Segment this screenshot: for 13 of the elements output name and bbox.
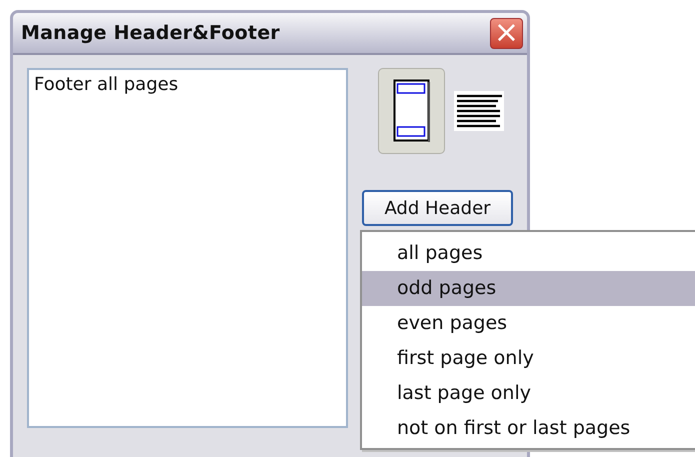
text-lines-icon [454,91,504,131]
page-layout-toggle[interactable] [378,68,445,154]
window-title: Manage Header&Footer [21,22,280,44]
menu-item[interactable]: first page only [362,341,695,376]
list-box[interactable]: Footer all pages [27,68,348,428]
list-item[interactable]: Footer all pages [34,74,341,95]
menu-item[interactable]: all pages [362,236,695,271]
menu-item[interactable]: odd pages [362,271,695,306]
add-header-button[interactable]: Add Header [362,190,513,226]
menu-item[interactable]: not on first or last pages [362,411,695,446]
menu-item[interactable]: last page only [362,376,695,411]
menu-item[interactable]: even pages [362,306,695,341]
page-icon [392,79,430,143]
